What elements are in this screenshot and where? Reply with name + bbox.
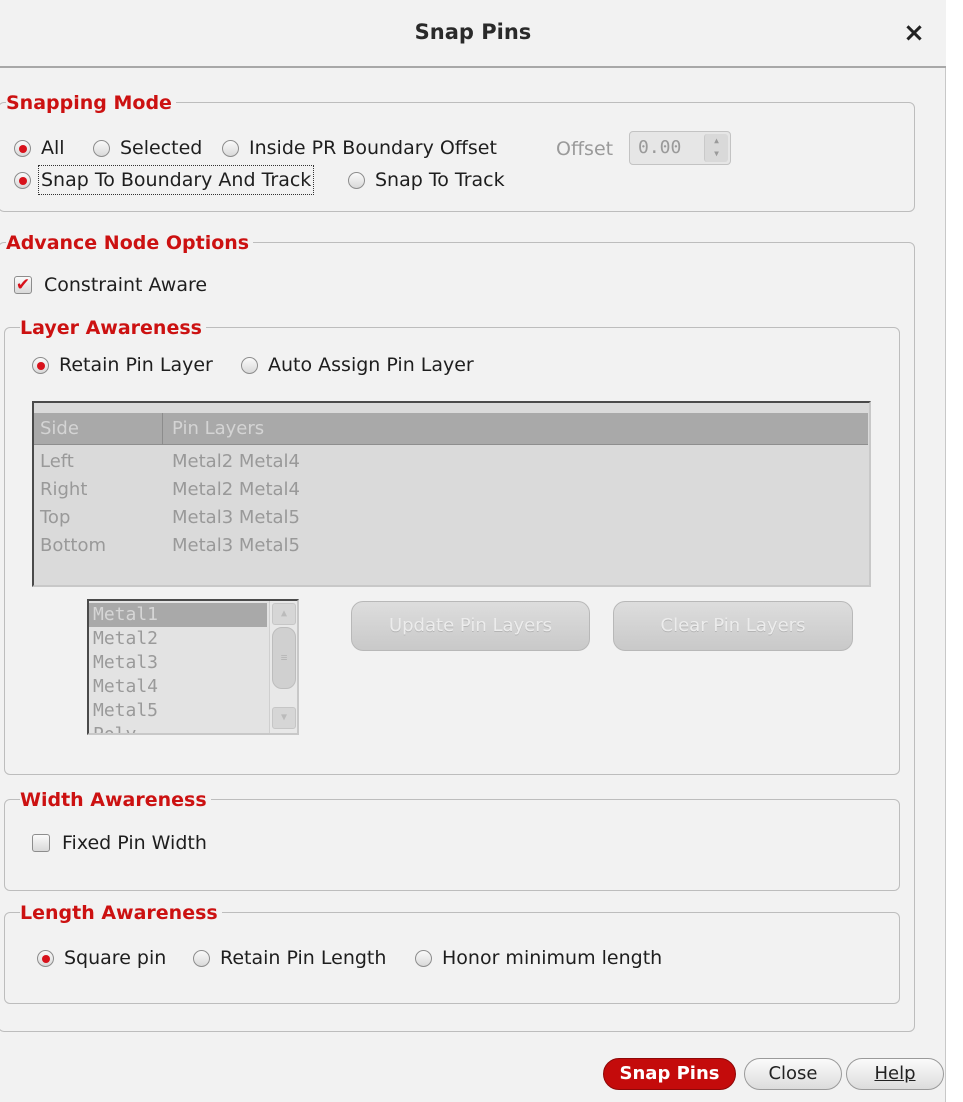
list-item[interactable]: Metal4 — [89, 675, 267, 699]
radio-selected[interactable]: Selected — [93, 136, 202, 160]
column-header-side[interactable]: Side — [40, 413, 79, 445]
radio-indicator — [241, 356, 258, 374]
radio-auto-assign-pin-layer-label: Auto Assign Pin Layer — [268, 354, 474, 376]
radio-snap-to-boundary-and-track[interactable]: Snap To Boundary And Track — [14, 165, 315, 195]
radio-snap-to-track-label: Snap To Track — [375, 169, 505, 191]
checkmark-icon: ✔ — [14, 275, 32, 295]
advance-node-options-legend: Advance Node Options — [6, 232, 254, 254]
scroll-up-icon[interactable]: ▲ — [272, 603, 296, 625]
radio-all[interactable]: All — [14, 136, 65, 160]
radio-indicator — [37, 949, 54, 967]
radio-snap-to-boundary-and-track-label: Snap To Boundary And Track — [37, 165, 315, 195]
checkbox-indicator — [32, 834, 50, 852]
layer-listbox[interactable]: Metal1 Metal2 Metal3 Metal4 Metal5 Poly … — [87, 599, 299, 735]
list-item[interactable]: Metal1 — [89, 603, 267, 627]
cell-pin-layers: Metal2 Metal4 — [172, 451, 301, 472]
list-item[interactable]: Metal2 — [89, 627, 267, 651]
layer-awareness-legend: Layer Awareness — [20, 317, 206, 339]
radio-indicator — [348, 171, 365, 189]
snap-pins-dialog: Snap Pins × Snapping Mode All Selected I… — [0, 0, 946, 1102]
column-divider — [162, 413, 163, 445]
radio-indicator — [193, 949, 210, 967]
spin-arrows-icon[interactable]: ▲ ▼ — [704, 134, 728, 162]
list-item[interactable]: Poly — [89, 723, 267, 733]
offset-spinbox[interactable]: 0.00 ▲ ▼ — [629, 131, 731, 165]
snap-pins-button[interactable]: Snap Pins — [603, 1058, 736, 1090]
radio-inside-pr-boundary-offset-label: Inside PR Boundary Offset — [249, 137, 497, 159]
radio-retain-pin-layer[interactable]: Retain Pin Layer — [32, 353, 213, 377]
scroll-down-icon[interactable]: ▼ — [272, 707, 296, 729]
cell-side: Top — [40, 507, 71, 528]
radio-retain-pin-length[interactable]: Retain Pin Length — [193, 946, 386, 970]
cell-pin-layers: Metal3 Metal5 — [172, 507, 301, 528]
radio-all-label: All — [41, 137, 65, 159]
listbox-scrollbar[interactable]: ▲ ≡ ▼ — [269, 601, 297, 733]
radio-indicator — [93, 139, 110, 157]
cell-side: Bottom — [40, 535, 107, 556]
radio-inside-pr-boundary-offset[interactable]: Inside PR Boundary Offset — [222, 136, 497, 160]
radio-selected-label: Selected — [120, 137, 203, 159]
clear-pin-layers-button[interactable]: Clear Pin Layers — [613, 601, 853, 651]
radio-honor-minimum-length[interactable]: Honor minimum length — [415, 946, 662, 970]
radio-indicator — [32, 356, 49, 374]
cell-side: Left — [40, 451, 74, 472]
fixed-pin-width-checkbox[interactable]: Fixed Pin Width — [32, 831, 207, 855]
radio-retain-pin-length-label: Retain Pin Length — [220, 947, 387, 969]
cell-pin-layers: Metal3 Metal5 — [172, 535, 301, 556]
radio-square-pin-label: Square pin — [64, 947, 167, 969]
offset-label: Offset — [556, 138, 614, 160]
offset-value: 0.00 — [638, 137, 682, 158]
width-awareness-legend: Width Awareness — [20, 789, 211, 811]
scroll-thumb[interactable]: ≡ — [272, 627, 296, 689]
radio-auto-assign-pin-layer[interactable]: Auto Assign Pin Layer — [241, 353, 474, 377]
dialog-title: Snap Pins — [414, 20, 532, 44]
radio-indicator — [222, 139, 239, 157]
fixed-pin-width-label: Fixed Pin Width — [62, 832, 207, 854]
help-button-label: Help — [874, 1063, 916, 1084]
cell-side: Right — [40, 479, 88, 500]
radio-square-pin[interactable]: Square pin — [37, 946, 166, 970]
list-item[interactable]: Metal3 — [89, 651, 267, 675]
radio-indicator — [14, 171, 31, 189]
update-pin-layers-button[interactable]: Update Pin Layers — [351, 601, 590, 651]
table-header: Side Pin Layers — [34, 413, 868, 445]
radio-snap-to-track[interactable]: Snap To Track — [348, 168, 505, 192]
pin-layer-table[interactable]: Side Pin Layers Left Metal2 Metal4 Right… — [32, 401, 871, 587]
column-header-pin-layers[interactable]: Pin Layers — [172, 413, 264, 445]
radio-indicator — [14, 139, 31, 157]
close-icon[interactable]: × — [899, 16, 929, 50]
snapping-mode-legend: Snapping Mode — [6, 92, 176, 114]
radio-retain-pin-layer-label: Retain Pin Layer — [59, 354, 213, 376]
radio-indicator — [415, 949, 432, 967]
close-button[interactable]: Close — [744, 1058, 842, 1090]
help-button[interactable]: Help — [846, 1058, 944, 1090]
cell-pin-layers: Metal2 Metal4 — [172, 479, 301, 500]
radio-honor-minimum-length-label: Honor minimum length — [442, 947, 663, 969]
length-awareness-legend: Length Awareness — [20, 902, 222, 924]
constraint-aware-checkbox[interactable]: ✔ Constraint Aware — [14, 273, 207, 297]
list-item[interactable]: Metal5 — [89, 699, 267, 723]
constraint-aware-label: Constraint Aware — [44, 274, 208, 296]
title-bar: Snap Pins × — [0, 0, 946, 68]
